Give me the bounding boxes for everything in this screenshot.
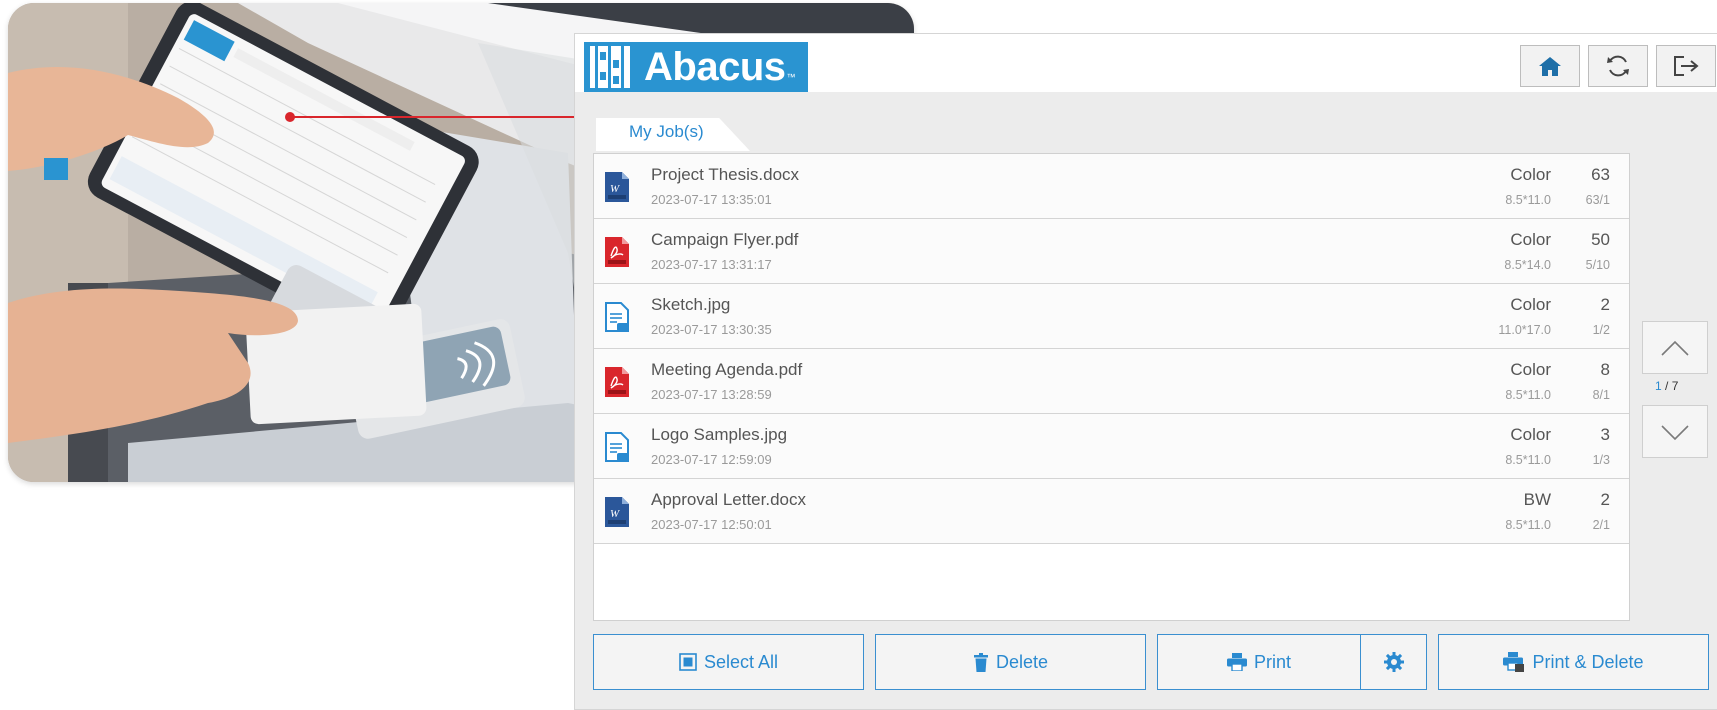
job-paper-size: 8.5*11.0 bbox=[1505, 193, 1551, 207]
job-pages-copies: 8/1 bbox=[1592, 388, 1610, 402]
job-pages-copies: 5/10 bbox=[1585, 258, 1610, 272]
print-settings-button[interactable] bbox=[1360, 634, 1427, 690]
job-color-mode: Color bbox=[1510, 165, 1551, 184]
job-page-count: 8 bbox=[1600, 360, 1610, 379]
app-header: Abacus ™ bbox=[575, 34, 1717, 92]
page-indicator: 1 / 7 bbox=[1655, 379, 1678, 393]
image-file-icon bbox=[605, 302, 629, 332]
job-color-mode: Color bbox=[1510, 230, 1551, 249]
job-date: 2023-07-17 12:50:01 bbox=[651, 517, 772, 532]
job-color-mode: BW bbox=[1523, 490, 1551, 509]
job-page-count: 50 bbox=[1591, 230, 1610, 249]
job-pages-copies: 63/1 bbox=[1585, 193, 1610, 207]
job-name: Project Thesis.docx bbox=[651, 165, 800, 184]
pdf-icon bbox=[605, 237, 629, 267]
job-row[interactable]: Campaign Flyer.pdf 2023-07-17 13:31:17 C… bbox=[594, 219, 1629, 284]
chevron-down-icon bbox=[1661, 424, 1689, 440]
job-paper-size: 8.5*11.0 bbox=[1505, 453, 1551, 467]
logout-button[interactable] bbox=[1656, 45, 1716, 87]
refresh-icon bbox=[1607, 55, 1629, 77]
job-paper-size: 8.5*11.0 bbox=[1505, 388, 1551, 402]
job-page-count: 63 bbox=[1591, 165, 1610, 184]
job-name: Sketch.jpg bbox=[651, 295, 731, 314]
job-paper-size: 11.0*17.0 bbox=[1498, 323, 1551, 337]
job-pages-copies: 2/1 bbox=[1592, 518, 1610, 532]
printer-icon bbox=[1226, 653, 1247, 671]
job-page-count: 2 bbox=[1600, 490, 1610, 509]
word-doc-icon: W bbox=[605, 497, 629, 527]
page-total: 7 bbox=[1671, 379, 1679, 393]
job-row[interactable]: Logo Samples.jpg 2023-07-17 12:59:09 Col… bbox=[594, 414, 1629, 479]
pdf-icon bbox=[605, 367, 629, 397]
print-release-app: Abacus ™ My Job(s) W Project Thesis.docx… bbox=[574, 33, 1717, 710]
abacus-logo-icon bbox=[590, 46, 630, 88]
job-row[interactable]: W Approval Letter.docx 2023-07-17 12:50:… bbox=[594, 479, 1629, 544]
job-list: W Project Thesis.docx 2023-07-17 13:35:0… bbox=[593, 153, 1630, 621]
job-paper-size: 8.5*14.0 bbox=[1504, 258, 1551, 272]
page-current: 1 bbox=[1655, 379, 1662, 393]
job-color-mode: Color bbox=[1510, 295, 1551, 314]
page-up-button[interactable] bbox=[1642, 321, 1708, 374]
print-label: Print bbox=[1253, 651, 1291, 672]
delete-label: Delete bbox=[995, 651, 1049, 672]
job-row[interactable]: Meeting Agenda.pdf 2023-07-17 13:28:59 C… bbox=[594, 349, 1629, 414]
svg-text:W: W bbox=[610, 508, 620, 520]
select-all-label: Select All bbox=[703, 651, 779, 672]
image-file-icon bbox=[605, 432, 629, 462]
job-color-mode: Color bbox=[1510, 360, 1551, 379]
job-date: 2023-07-17 12:59:09 bbox=[651, 452, 772, 467]
page-down-button[interactable] bbox=[1642, 405, 1708, 458]
job-row[interactable]: W Project Thesis.docx 2023-07-17 13:35:0… bbox=[594, 154, 1629, 219]
job-paper-size: 8.5*11.0 bbox=[1505, 518, 1551, 532]
job-page-count: 2 bbox=[1600, 295, 1610, 314]
job-date: 2023-07-17 13:35:01 bbox=[651, 192, 772, 207]
select-all-button[interactable]: Select All bbox=[593, 634, 864, 690]
print-button[interactable]: Print bbox=[1157, 634, 1361, 690]
svg-text:W: W bbox=[610, 183, 620, 195]
page-separator: / bbox=[1661, 379, 1672, 393]
job-pages-copies: 1/3 bbox=[1592, 453, 1610, 467]
delete-button[interactable]: Delete bbox=[875, 634, 1146, 690]
job-name: Campaign Flyer.pdf bbox=[651, 230, 799, 249]
trash-icon bbox=[973, 652, 988, 672]
refresh-button[interactable] bbox=[1588, 45, 1648, 87]
job-name: Meeting Agenda.pdf bbox=[651, 360, 803, 379]
job-row[interactable]: Sketch.jpg 2023-07-17 13:30:35 Color 11.… bbox=[594, 284, 1629, 349]
job-date: 2023-07-17 13:31:17 bbox=[651, 257, 772, 272]
abacus-logo: Abacus ™ bbox=[584, 42, 808, 92]
tab-my-jobs-label: My Job(s) bbox=[629, 122, 704, 141]
job-color-mode: Color bbox=[1510, 425, 1551, 444]
word-doc-icon: W bbox=[605, 172, 629, 202]
job-name: Logo Samples.jpg bbox=[651, 425, 788, 444]
logo-text: Abacus bbox=[644, 44, 786, 89]
logout-icon bbox=[1674, 56, 1699, 76]
logo-trademark: ™ bbox=[786, 72, 796, 82]
print-delete-icon bbox=[1503, 652, 1525, 672]
select-all-icon bbox=[679, 653, 697, 671]
home-button[interactable] bbox=[1520, 45, 1580, 87]
print-and-delete-label: Print & Delete bbox=[1532, 651, 1644, 672]
job-date: 2023-07-17 13:28:59 bbox=[651, 387, 772, 402]
job-name: Approval Letter.docx bbox=[651, 490, 806, 509]
chevron-up-icon bbox=[1661, 340, 1689, 356]
print-and-delete-button[interactable]: Print & Delete bbox=[1438, 634, 1709, 690]
job-page-count: 3 bbox=[1600, 425, 1610, 444]
gear-icon bbox=[1383, 652, 1404, 672]
home-icon bbox=[1539, 57, 1561, 76]
job-pages-copies: 1/2 bbox=[1592, 323, 1610, 337]
job-date: 2023-07-17 13:30:35 bbox=[651, 322, 772, 337]
